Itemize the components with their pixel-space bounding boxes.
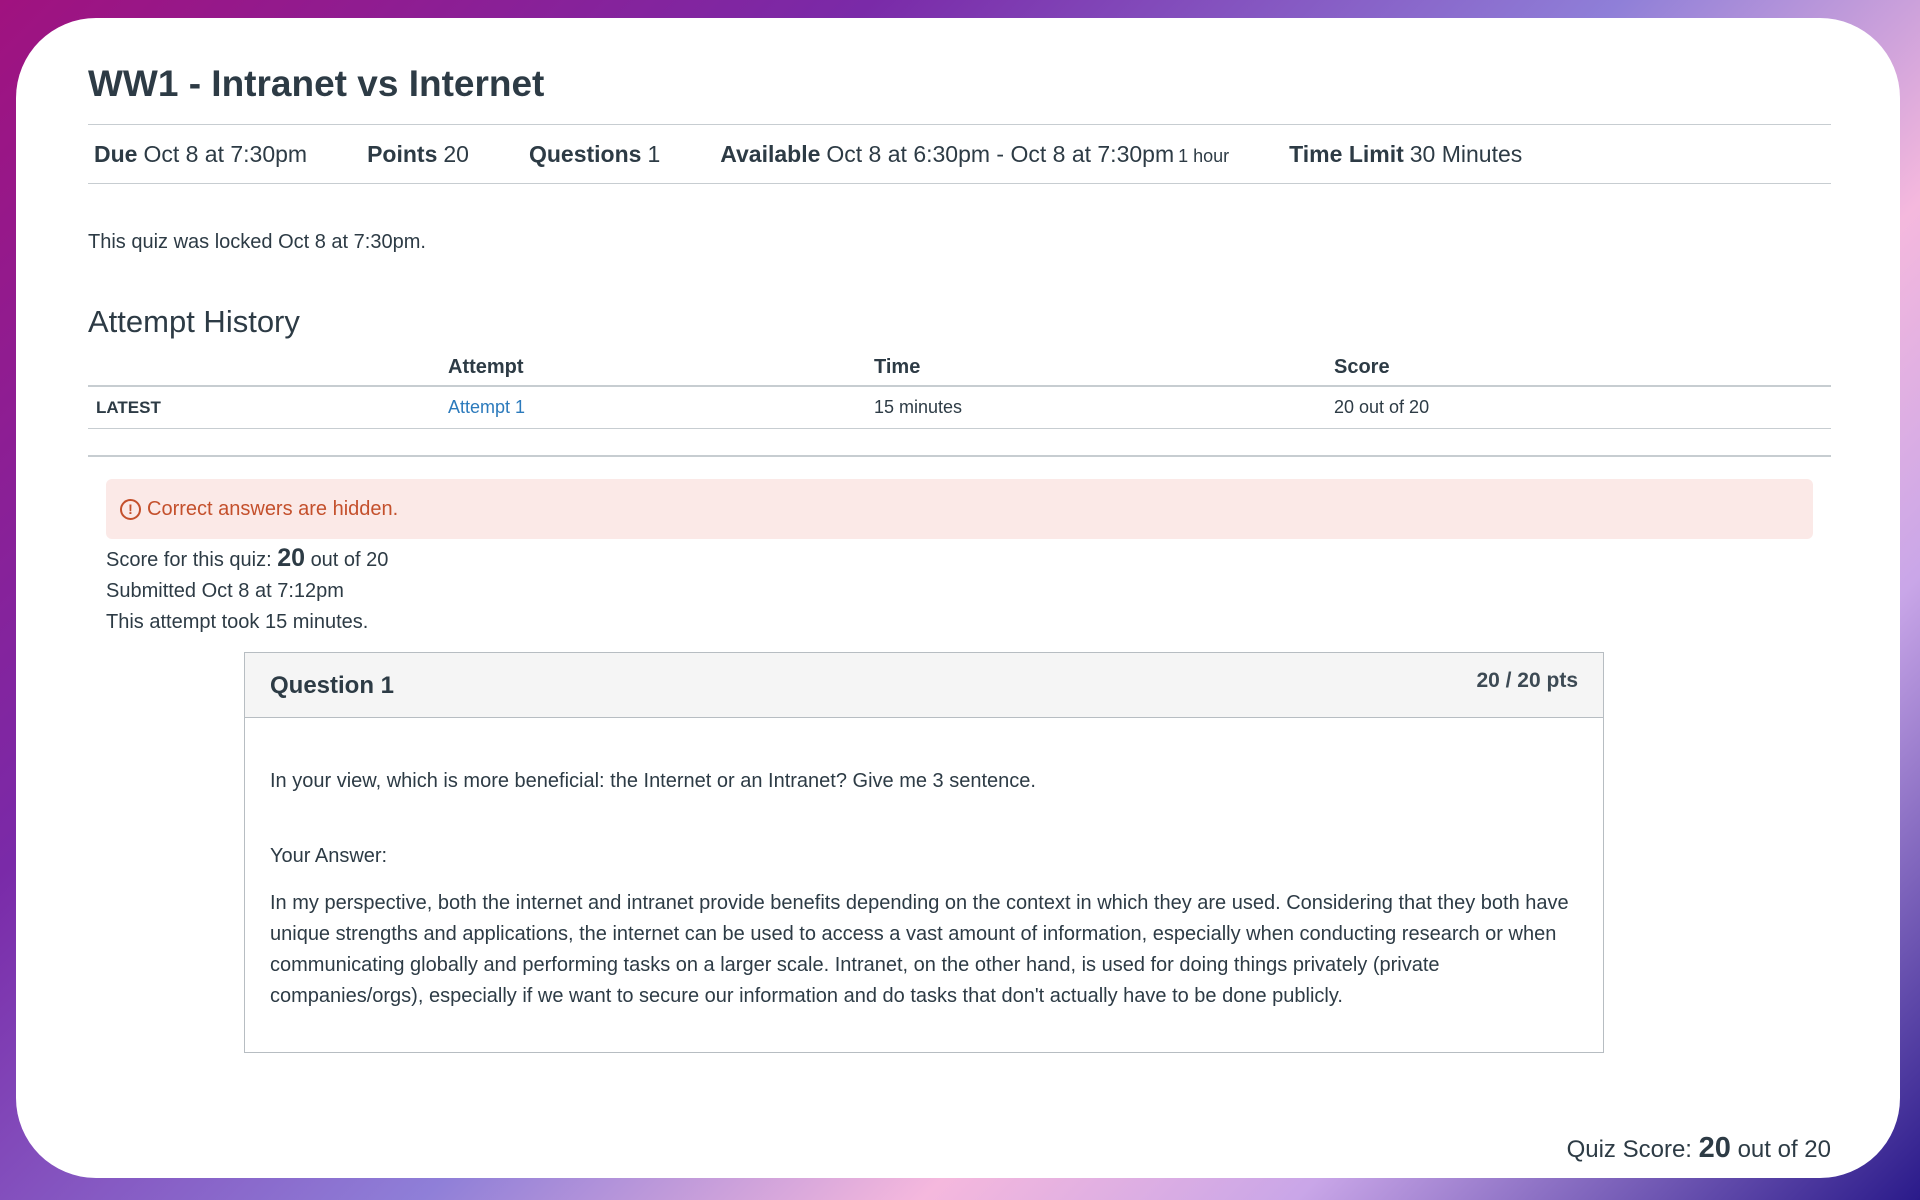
footer-score-value: 20	[1698, 1132, 1731, 1164]
footer-score-prefix: Quiz Score:	[1566, 1136, 1692, 1163]
attempt-history-table: Attempt Time Score LATEST Attempt 1 15 m…	[88, 356, 1831, 430]
due-value: Oct 8 at 7:30pm	[143, 140, 308, 167]
points-detail: Points 20	[367, 141, 469, 168]
questions-detail: Questions 1	[529, 141, 660, 168]
column-header-tag	[88, 356, 448, 388]
submitted-time: Submitted Oct 8 at 7:12pm	[106, 580, 344, 603]
latest-tag: LATEST	[88, 386, 448, 430]
question-points: 20 / 20 pts	[1476, 669, 1578, 693]
column-header-time: Time	[874, 356, 1334, 388]
score-suffix: out of 20	[310, 549, 389, 572]
correct-answers-hidden-alert: ! Correct answers are hidden.	[106, 479, 1813, 540]
table-header-row: Attempt Time Score	[88, 356, 1831, 388]
quiz-score-footer: Quiz Score: 20 out of 20	[1567, 1132, 1831, 1165]
points-value: 20	[443, 140, 469, 167]
attempt-duration: This attempt took 15 minutes.	[106, 611, 369, 634]
question-card: Question 1 20 / 20 pts In your view, whi…	[244, 652, 1604, 1054]
warning-icon: !	[120, 498, 141, 520]
question-body: In your view, which is more beneficial: …	[245, 718, 1603, 1052]
page-title: WW1 - Intranet vs Internet	[88, 63, 545, 104]
score-value: 20	[277, 544, 305, 573]
question-title: Question 1	[270, 672, 395, 700]
answer-label: Your Answer:	[270, 845, 388, 868]
attempt-1-link[interactable]: Attempt 1	[448, 397, 525, 417]
time-limit-detail: Time Limit 30 Minutes	[1289, 141, 1522, 168]
due-detail: Due Oct 8 at 7:30pm	[94, 141, 307, 168]
questions-label: Questions	[528, 140, 642, 167]
quiz-score-line: Score for this quiz: 20 out of 20	[106, 543, 1813, 576]
questions-value: 1	[647, 140, 661, 167]
locked-message: This quiz was locked Oct 8 at 7:30pm.	[88, 231, 426, 254]
submission-details: ! Correct answers are hidden. Score for …	[88, 479, 1831, 1054]
answer-text: In my perspective, both the internet and…	[270, 892, 1569, 1008]
table-row: LATEST Attempt 1 15 minutes 20 out of 20	[88, 386, 1831, 430]
available-value: Oct 8 at 6:30pm - Oct 8 at 7:30pm	[826, 140, 1175, 167]
time-limit-label: Time Limit	[1289, 140, 1404, 167]
question-header: Question 1 20 / 20 pts	[245, 653, 1603, 719]
due-label: Due	[94, 140, 138, 167]
window-frame: WW1 - Intranet vs Internet Due Oct 8 at 7…	[16, 18, 1900, 1178]
question-text: In your view, which is more beneficial: …	[270, 770, 1036, 793]
attempt-score: 20 out of 20	[1334, 386, 1831, 430]
section-divider	[88, 455, 1831, 458]
time-limit-value: 30 Minutes	[1409, 140, 1523, 167]
available-duration: 1 hour	[1178, 145, 1230, 166]
available-detail: Available Oct 8 at 6:30pm - Oct 8 at 7:30…	[720, 141, 1229, 168]
score-prefix: Score for this quiz:	[106, 549, 272, 572]
alert-text: Correct answers are hidden.	[147, 497, 399, 520]
column-header-attempt: Attempt	[448, 356, 874, 388]
quiz-details-bar: Due Oct 8 at 7:30pm Points 20 Questions 1 A…	[88, 124, 1831, 185]
attempt-time: 15 minutes	[874, 386, 1334, 430]
footer-score-suffix: out of 20	[1737, 1136, 1831, 1163]
points-label: Points	[367, 140, 438, 167]
column-header-score: Score	[1334, 356, 1831, 388]
attempt-history-heading: Attempt History	[88, 304, 300, 340]
quiz-content: WW1 - Intranet vs Internet Due Oct 8 at 7…	[88, 62, 1831, 1164]
available-label: Available	[720, 140, 821, 167]
